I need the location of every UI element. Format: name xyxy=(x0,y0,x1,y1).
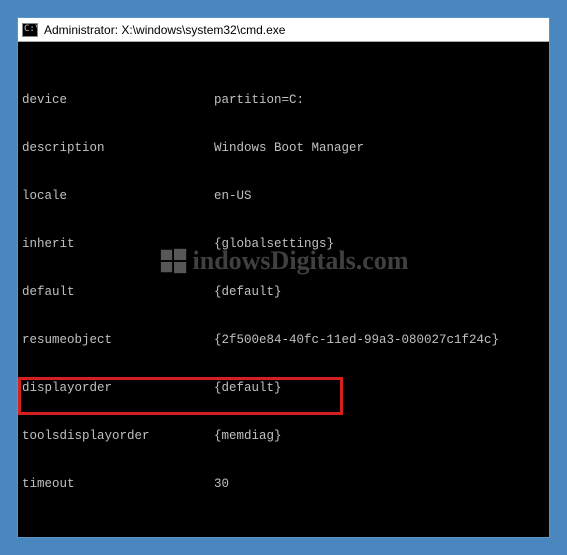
titlebar[interactable]: C:\ Administrator: X:\windows\system32\c… xyxy=(18,18,549,42)
cmd-window: C:\ Administrator: X:\windows\system32\c… xyxy=(18,18,549,537)
output-row: toolsdisplayorder{memdiag} xyxy=(18,428,549,444)
output-row: inherit{globalsettings} xyxy=(18,236,549,252)
output-row: devicepartition=C: xyxy=(18,92,549,108)
output-row: descriptionWindows Boot Manager xyxy=(18,140,549,156)
output-row: resumeobject{2f500e84-40fc-11ed-99a3-080… xyxy=(18,332,549,348)
output-row: timeout30 xyxy=(18,476,549,492)
terminal-output[interactable]: devicepartition=C: descriptionWindows Bo… xyxy=(18,42,549,537)
output-row: localeen-US xyxy=(18,188,549,204)
cmd-icon: C:\ xyxy=(22,23,38,37)
output-row: default{default} xyxy=(18,284,549,300)
window-title: Administrator: X:\windows\system32\cmd.e… xyxy=(44,23,285,37)
output-row: displayorder{default} xyxy=(18,380,549,396)
